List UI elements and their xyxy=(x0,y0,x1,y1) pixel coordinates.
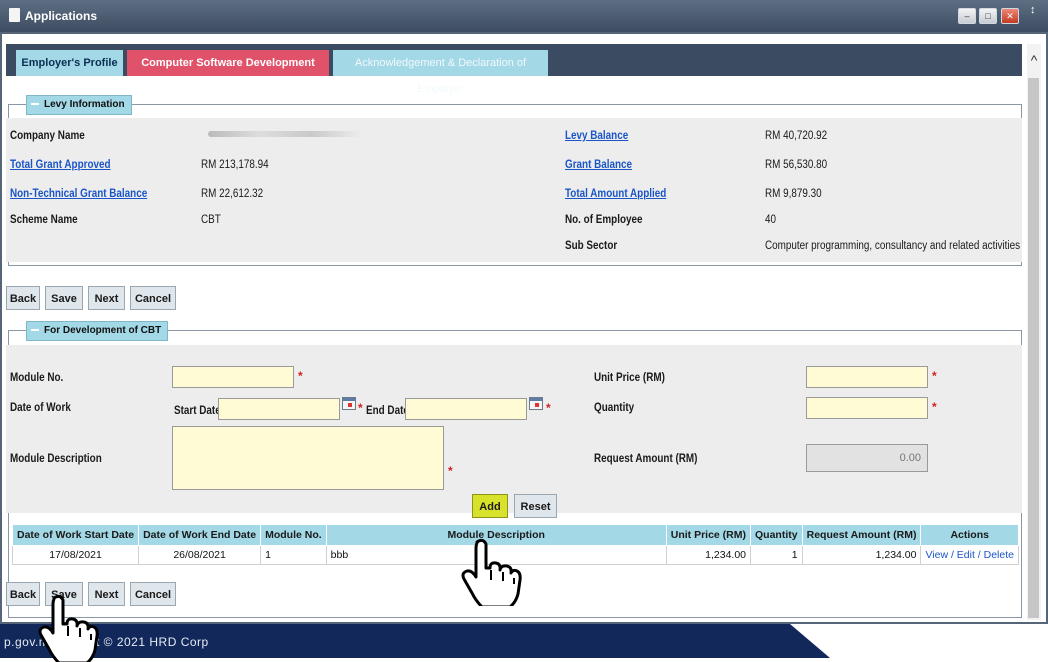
no-of-employee-value: 40 xyxy=(765,214,777,226)
window-title: Applications xyxy=(25,9,98,23)
levy-balance-value: RM 40,720.92 xyxy=(765,130,828,142)
column-header: Date of Work End Date xyxy=(138,524,262,546)
collapse-icon xyxy=(31,329,39,332)
back-button[interactable]: Back xyxy=(6,286,40,310)
end-date-label: End Date xyxy=(366,405,409,417)
levy-balance-link[interactable]: Levy Balance xyxy=(565,130,628,142)
non-technical-grant-balance-link[interactable]: Non-Technical Grant Balance xyxy=(10,188,147,200)
app-icon xyxy=(9,8,20,22)
legend-label: For Development of CBT xyxy=(44,325,162,336)
hand-cursor-icon xyxy=(38,594,99,662)
cancel-button-bottom[interactable]: Cancel xyxy=(130,582,176,606)
resize-icon[interactable]: ↕ xyxy=(1030,4,1036,16)
scrollbar-thumb[interactable] xyxy=(1028,78,1039,618)
unit-price-label: Unit Price (RM) xyxy=(594,372,665,384)
sub-sector-value: Computer programming, consultancy and re… xyxy=(765,240,1021,252)
minimize-icon[interactable]: – xyxy=(958,8,976,24)
date-of-work-label: Date of Work xyxy=(10,402,71,414)
scroll-up-icon[interactable]: ^ xyxy=(1027,52,1041,68)
column-header: Quantity xyxy=(750,524,803,546)
row-actions-links[interactable]: View / Edit / Delete xyxy=(920,545,1019,565)
quantity-cell: 1 xyxy=(750,545,803,565)
scheme-name-value: CBT xyxy=(201,214,221,226)
vertical-scrollbar[interactable]: ^ xyxy=(1027,44,1041,620)
end-date-input[interactable] xyxy=(405,398,527,420)
hand-cursor-icon xyxy=(461,538,522,606)
add-button[interactable]: Add xyxy=(472,494,508,518)
unit-price-input[interactable] xyxy=(806,366,928,388)
required-mark: * xyxy=(448,464,453,478)
no-of-employee-label: No. of Employee xyxy=(565,214,643,226)
collapse-icon xyxy=(31,103,39,106)
required-mark: * xyxy=(546,401,551,415)
quantity-input[interactable] xyxy=(806,397,928,419)
required-mark: * xyxy=(932,400,937,414)
scheme-name-label: Scheme Name xyxy=(10,214,78,226)
required-mark: * xyxy=(298,369,303,383)
module-no-input[interactable] xyxy=(172,366,294,388)
module-description-textarea[interactable] xyxy=(172,426,444,490)
close-icon[interactable]: ✕ xyxy=(1001,8,1019,24)
unit-price-cell: 1,234.00 xyxy=(665,545,752,565)
column-header: Unit Price (RM) xyxy=(665,524,752,546)
end-date-cell: 26/08/2021 xyxy=(138,545,262,565)
reset-button[interactable]: Reset xyxy=(514,494,557,518)
calendar-icon[interactable] xyxy=(529,397,543,410)
module-no-cell: 1 xyxy=(260,545,327,565)
legend-label: Levy Information xyxy=(44,99,125,110)
save-button[interactable]: Save xyxy=(45,286,83,310)
tab-acknowledgement[interactable]: Acknowledgement & Declaration of Employe… xyxy=(333,50,548,95)
footer: p.gov.m opyright © 2021 HRD Corp xyxy=(0,624,1048,658)
start-date-label: Start Date xyxy=(174,405,221,417)
module-no-label: Module No. xyxy=(10,372,64,384)
required-mark: * xyxy=(932,369,937,383)
column-header: Actions xyxy=(920,524,1019,546)
module-description-label: Module Description xyxy=(10,453,102,465)
request-amount-field: 0.00 xyxy=(806,444,928,472)
request-amount-label: Request Amount (RM) xyxy=(594,453,698,465)
grant-balance-link[interactable]: Grant Balance xyxy=(565,159,632,171)
total-grant-approved-link[interactable]: Total Grant Approved xyxy=(10,159,111,171)
non-technical-grant-balance-value: RM 22,612.32 xyxy=(201,188,264,200)
request-amount-cell: 1,234.00 xyxy=(801,545,922,565)
tab-employers-profile[interactable]: Employer's Profile xyxy=(16,50,123,76)
levy-information-legend[interactable]: Levy Information xyxy=(26,95,132,115)
total-amount-applied-link[interactable]: Total Amount Applied xyxy=(565,188,666,200)
quantity-label: Quantity xyxy=(594,402,635,414)
total-amount-applied-value: RM 9,879.30 xyxy=(765,188,822,200)
company-name-label: Company Name xyxy=(10,130,85,142)
grant-balance-value: RM 56,530.80 xyxy=(765,159,828,171)
required-mark: * xyxy=(358,401,363,415)
column-header: Module No. xyxy=(260,524,327,546)
total-grant-approved-value: RM 213,178.94 xyxy=(201,159,269,171)
company-name-value xyxy=(208,131,363,137)
column-header: Request Amount (RM) xyxy=(801,524,922,546)
next-button[interactable]: Next xyxy=(88,286,125,310)
sub-sector-label: Sub Sector xyxy=(565,240,618,252)
column-header: Date of Work Start Date xyxy=(11,524,140,546)
tab-software-development-details[interactable]: Computer Software Development Details xyxy=(127,50,329,95)
maximize-icon[interactable]: □ xyxy=(979,8,997,24)
cancel-button[interactable]: Cancel xyxy=(130,286,176,310)
calendar-icon[interactable] xyxy=(342,397,356,410)
start-date-cell: 17/08/2021 xyxy=(11,545,140,565)
cbt-development-legend[interactable]: For Development of CBT xyxy=(26,321,169,341)
window-titlebar: Applications – □ ✕ ↕ xyxy=(0,0,1048,32)
start-date-input[interactable] xyxy=(218,398,340,420)
tab-bar: Employer's Profile Computer Software Dev… xyxy=(6,44,1022,95)
